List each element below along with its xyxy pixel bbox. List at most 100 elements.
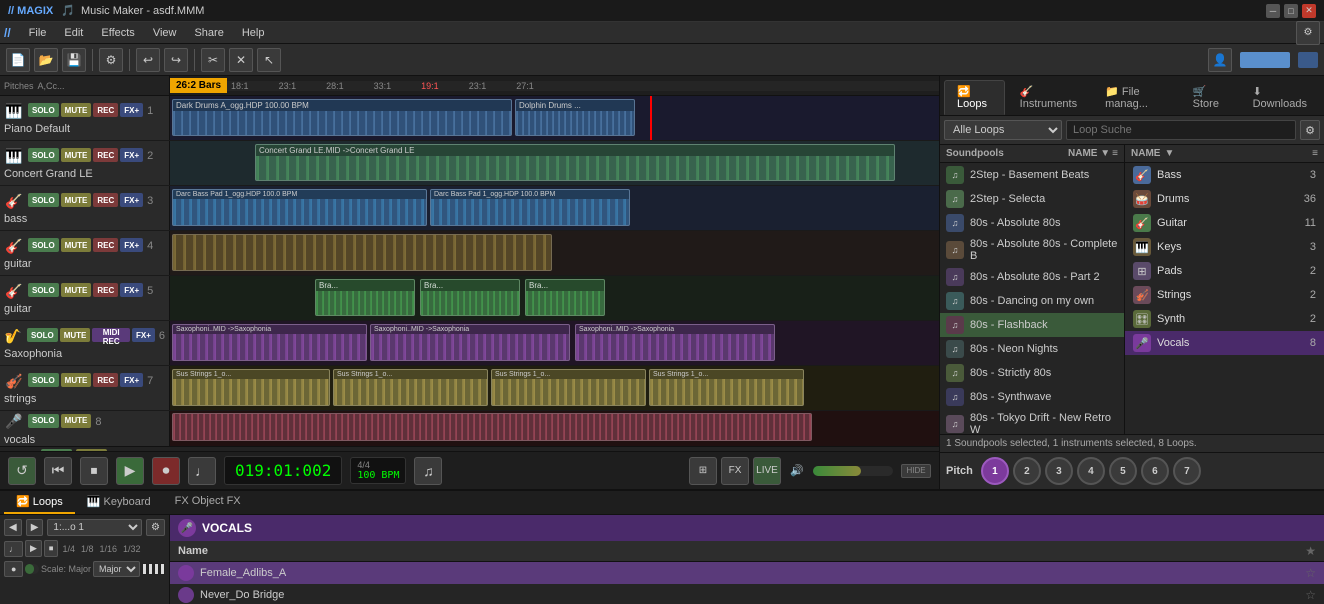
soundpool-item-80s-complete[interactable]: ♫ 80s - Absolute 80s - Complete B (940, 235, 1124, 265)
clip-strings-2[interactable]: Sus Strings 1_o... (333, 369, 488, 406)
hide-label[interactable]: HIDE (901, 464, 931, 478)
menu-view[interactable]: View (145, 25, 185, 41)
loop-next-button[interactable]: ▶ (26, 519, 44, 536)
pitch-key-7[interactable]: 7 (1173, 457, 1201, 485)
scale-select[interactable]: Major (93, 561, 140, 577)
instrument-drums[interactable]: 🥁 Drums 36 (1125, 187, 1324, 211)
soundpool-item-2step-selecta[interactable]: ♫ 2Step - Selecta (940, 187, 1124, 211)
settings2-icon[interactable]: ⚙ (99, 48, 123, 72)
pitch-key-2[interactable]: 2 (1013, 457, 1041, 485)
track-content-grand[interactable]: Concert Grand LE.MID ->Concert Grand LE (170, 141, 939, 185)
solo-button-sax[interactable]: SOLO (27, 328, 58, 342)
loop-female-adlibs-star[interactable]: ☆ (1305, 566, 1316, 580)
fx-button-bass[interactable]: FX+ (120, 193, 143, 207)
track-content-guitar2[interactable]: Bra... Bra... Bra... (170, 276, 939, 320)
solo-button-grand[interactable]: SOLO (28, 148, 59, 162)
fx-button-grand[interactable]: FX+ (120, 148, 143, 162)
new-button[interactable]: 📄 (6, 48, 30, 72)
redo-button[interactable]: ↪ (164, 48, 188, 72)
live-button[interactable]: LIVE (753, 457, 781, 485)
loop-settings-button[interactable]: ⚙ (146, 519, 165, 536)
stop-button[interactable]: ⏹ (80, 457, 108, 485)
instrument-guitar[interactable]: 🎸 Guitar 11 (1125, 211, 1324, 235)
mute-button-piano[interactable]: MUTE (61, 103, 92, 117)
clip-piano-2[interactable]: Dolphin Drums ... (515, 99, 635, 136)
mute-button-guitar1[interactable]: MUTE (61, 238, 92, 252)
soundpool-item-80s-flashback[interactable]: ♫ 80s - Flashback (940, 313, 1124, 337)
soundpool-item-80s-strictly[interactable]: ♫ 80s - Strictly 80s (940, 361, 1124, 385)
mute-button-bass[interactable]: MUTE (61, 193, 92, 207)
record-button[interactable]: ⏺ (152, 457, 180, 485)
mute-button-grand[interactable]: MUTE (61, 148, 92, 162)
instrument-vocals[interactable]: 🎤 Vocals 8 (1125, 331, 1324, 355)
loops-tab-keyboard[interactable]: 🎹 Keyboard (75, 491, 163, 514)
undo-button[interactable]: ↩ (136, 48, 160, 72)
clip-strings-4[interactable]: Sus Strings 1_o... (649, 369, 804, 406)
loop-female-adlibs[interactable]: Female_Adlibs_A ☆ (170, 562, 1324, 584)
track-content-bass[interactable]: Darc Bass Pad 1_ogg.HDP 100.0 BPM Darc B… (170, 186, 939, 230)
fx-button-guitar1[interactable]: FX+ (120, 238, 143, 252)
soundpool-item-80s-neon[interactable]: ♫ 80s - Neon Nights (940, 337, 1124, 361)
soundpool-item-80s-part2[interactable]: ♫ 80s - Absolute 80s - Part 2 (940, 265, 1124, 289)
rec-button-guitar2[interactable]: REC (93, 283, 118, 297)
clip-sax-3[interactable]: Saxophoni..MID ->Saxophonia (575, 324, 775, 361)
loop-never-do-bridge[interactable]: Never_Do Bridge ☆ (170, 584, 1324, 604)
solo-button-bass[interactable]: SOLO (28, 193, 59, 207)
save-button[interactable]: 💾 (62, 48, 86, 72)
clip-bass-2[interactable]: Darc Bass Pad 1_ogg.HDP 100.0 BPM (430, 189, 630, 226)
cut-button[interactable]: ✂ (201, 48, 225, 72)
clip-guitar1-1[interactable] (172, 234, 552, 271)
loop-stop-btn[interactable]: ⏹ (44, 540, 59, 557)
solo-button-vocals[interactable]: SOLO (28, 414, 59, 428)
mixer-button[interactable]: ⊞ (689, 457, 717, 485)
instrument-pads[interactable]: ⊞ Pads 2 (1125, 259, 1324, 283)
timeline-ruler[interactable]: 18:1 23:1 28:1 33:1 19:1 23:1 27:1 (227, 81, 939, 91)
close-button[interactable]: ✕ (1302, 4, 1316, 18)
clip-guitar2-1[interactable]: Bra... (315, 279, 415, 316)
loops-tab-objectfx[interactable]: FX Object FX (163, 491, 253, 514)
reset-mute-button[interactable]: MUTE (76, 449, 107, 452)
instrument-strings[interactable]: 🎻 Strings 2 (1125, 283, 1324, 307)
soundpool-item-80s-dancing[interactable]: ♫ 80s - Dancing on my own (940, 289, 1124, 313)
instrument-keys[interactable]: 🎹 Keys 3 (1125, 235, 1324, 259)
mute-button-sax[interactable]: MUTE (60, 328, 91, 342)
play-button[interactable]: ▶ (116, 457, 144, 485)
rec-button-piano[interactable]: REC (93, 103, 118, 117)
loop-play-btn[interactable]: ▶ (25, 540, 42, 557)
pitch-key-5[interactable]: 5 (1109, 457, 1137, 485)
clip-strings-1[interactable]: Sus Strings 1_o... (172, 369, 330, 406)
tune-button[interactable]: ♫ (414, 457, 442, 485)
volume-slider[interactable] (813, 466, 893, 476)
track-content-sax[interactable]: Saxophoni..MID ->Saxophonia Saxophoni..M… (170, 321, 939, 365)
metronome-button[interactable]: ♩ (188, 457, 216, 485)
menu-effects[interactable]: Effects (93, 25, 142, 41)
loop-preset-select[interactable]: 1:...o 1 (47, 519, 142, 536)
filter-settings-icon[interactable]: ⚙ (1300, 120, 1320, 140)
clip-guitar2-2[interactable]: Bra... (420, 279, 520, 316)
fx-button-piano[interactable]: FX+ (120, 103, 143, 117)
tab-downloads[interactable]: ⬇ Downloads (1240, 80, 1320, 115)
clip-guitar2-3[interactable]: Bra... (525, 279, 605, 316)
user-icon[interactable]: 👤 (1208, 48, 1232, 72)
name-sort-icon[interactable]: NAME ▼ (1068, 148, 1110, 159)
loops-tab-loops[interactable]: 🔁 Loops (4, 491, 75, 514)
clip-sax-1[interactable]: Saxophoni..MID ->Saxophonia (172, 324, 367, 361)
pitch-key-1[interactable]: 1 (981, 457, 1009, 485)
loop-note-btn[interactable]: ♩ (4, 541, 23, 557)
settings-icon[interactable]: ⚙ (1296, 21, 1320, 45)
rec-button-grand[interactable]: REC (93, 148, 118, 162)
fx-chain-button[interactable]: FX (721, 457, 749, 485)
rewind-button[interactable]: ⏮ (44, 457, 72, 485)
fx-button-sax[interactable]: FX+ (132, 328, 155, 342)
loop-volume-slider[interactable] (25, 564, 39, 574)
track-content-piano[interactable]: Dark Drums A_ogg.HDP 100.00 BPM Dolphin … (170, 96, 939, 140)
clip-piano-1[interactable]: Dark Drums A_ogg.HDP 100.00 BPM (172, 99, 512, 136)
midi-rec-button-sax[interactable]: MIDI REC (92, 328, 130, 342)
instrument-synth[interactable]: 🎛 Synth 2 (1125, 307, 1324, 331)
track-content-vocals[interactable] (170, 411, 939, 446)
solo-button-guitar1[interactable]: SOLO (28, 238, 59, 252)
maximize-button[interactable]: □ (1284, 4, 1298, 18)
loop-prev-button[interactable]: ◀ (4, 519, 22, 536)
close2-icon[interactable]: ✕ (229, 48, 253, 72)
soundpool-item-80s-absolute[interactable]: ♫ 80s - Absolute 80s (940, 211, 1124, 235)
